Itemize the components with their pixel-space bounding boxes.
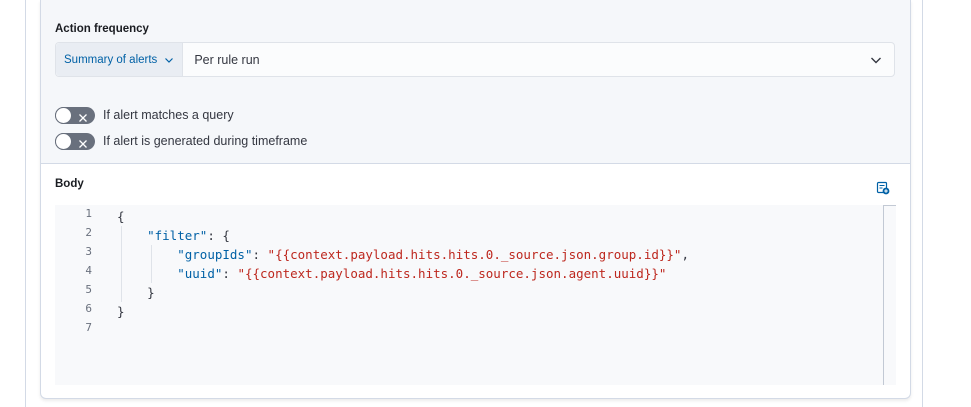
action-frequency-label: Action frequency <box>55 23 149 35</box>
action-panel: Action frequency Summary of alerts Per r… <box>40 0 911 399</box>
editor-scrollbar-cap <box>884 205 896 206</box>
line-number: 2 <box>85 226 92 239</box>
code-line: "uuid": "{{context.payload.hits.hits.0._… <box>177 266 667 281</box>
line-number: 5 <box>85 283 92 296</box>
code-line: } <box>117 304 125 319</box>
summary-of-alerts-label: Summary of alerts <box>64 53 158 66</box>
add-variable-button[interactable] <box>876 181 890 200</box>
frequency-select-value: Per rule run <box>194 52 260 67</box>
switch-knob <box>55 132 72 150</box>
action-frequency-control: Summary of alerts Per rule run <box>55 42 895 77</box>
toggle-label: If alert matches a query <box>103 108 234 122</box>
editor-scrollbar[interactable] <box>883 205 884 385</box>
toggle-label: If alert is generated during timeframe <box>103 134 308 148</box>
cross-icon <box>78 136 88 154</box>
line-number: 6 <box>85 302 92 315</box>
line-number: 7 <box>85 321 92 334</box>
alert-during-timeframe-switch[interactable] <box>55 132 95 150</box>
action-settings-section: Action frequency Summary of alerts Per r… <box>41 0 910 164</box>
chevron-down-icon <box>870 54 882 68</box>
line-number: 3 <box>85 245 92 258</box>
code-line: } <box>147 285 155 300</box>
add-variable-icon <box>876 181 890 199</box>
toggle-alert-matches-query: If alert matches a query <box>55 106 234 124</box>
toggle-alert-during-timeframe: If alert is generated during timeframe <box>55 132 307 150</box>
line-number: 1 <box>85 207 92 220</box>
switch-knob <box>55 106 72 124</box>
code-line: "filter": { <box>147 228 230 243</box>
chevron-down-icon <box>164 56 174 64</box>
summary-of-alerts-button[interactable]: Summary of alerts <box>56 43 184 76</box>
cross-icon <box>78 110 88 128</box>
body-label: Body <box>55 178 84 190</box>
body-code-editor[interactable]: 1 2 3 4 5 6 7 { "filter": { "groupIds": … <box>55 205 896 385</box>
code-line: "groupIds": "{{context.payload.hits.hits… <box>177 247 689 262</box>
frequency-select[interactable]: Per rule run <box>183 43 894 76</box>
code-line: { <box>117 209 125 224</box>
line-number: 4 <box>85 264 92 277</box>
alert-matches-query-switch[interactable] <box>55 106 95 124</box>
